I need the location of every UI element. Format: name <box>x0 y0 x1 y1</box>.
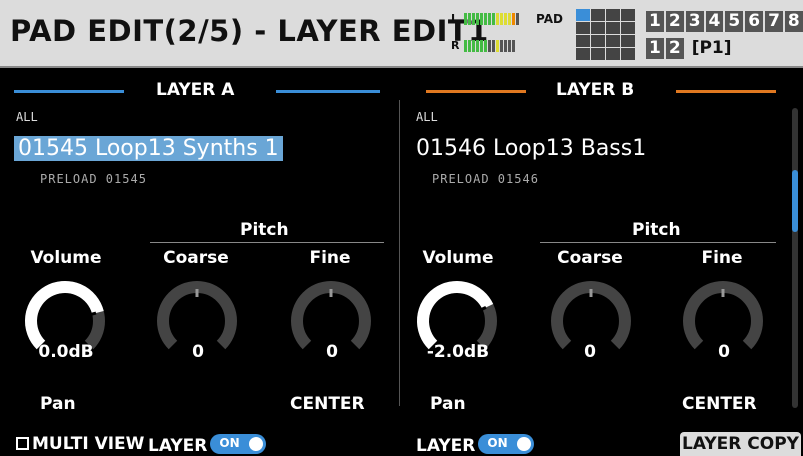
layer-b-line-right <box>676 90 776 93</box>
layer-b-panel: LAYER B ALL 01546 Loop13 Bass1 PRELOAD 0… <box>400 68 792 456</box>
layer-a-coarse-value: 0 <box>192 342 204 362</box>
scrollbar-track[interactable] <box>792 108 798 408</box>
layer-a-toggle-group[interactable]: LAYER ON <box>148 434 267 456</box>
bank-number[interactable]: 6 <box>745 11 764 32</box>
knob-value-arc <box>25 281 104 350</box>
layer-b-pan-value[interactable]: CENTER <box>682 394 757 414</box>
meter-l-label: L <box>451 12 459 25</box>
layer-a-coarse-label: Coarse <box>163 248 229 268</box>
bank-number[interactable]: 4 <box>705 11 724 32</box>
layer-b-all-label: ALL <box>416 110 438 124</box>
page-title: PAD EDIT(2/5) - LAYER EDIT1 <box>10 14 489 48</box>
knob-pointer <box>87 311 97 317</box>
checkbox-icon <box>16 437 29 450</box>
layer-a-title: LAYER A <box>156 80 235 100</box>
layer-b-sample-name[interactable]: 01546 Loop13 Bass1 <box>416 136 646 161</box>
level-meter-right <box>464 40 515 52</box>
layer-b-toggle[interactable]: ON <box>478 434 535 454</box>
layer-b-fine-label: Fine <box>701 248 743 268</box>
layer-a-line-left <box>14 90 124 93</box>
layer-b-preload: PRELOAD 01546 <box>432 172 539 186</box>
sub-number[interactable]: 2 <box>665 38 684 59</box>
bank-number[interactable]: 7 <box>765 11 783 32</box>
layer-a-panel: LAYER A ALL 01545 Loop13 Synths 1 PRELOA… <box>0 68 400 456</box>
scrollbar-thumb[interactable] <box>792 170 798 232</box>
toggle-knob-icon <box>249 437 264 451</box>
layer-b-title: LAYER B <box>556 80 635 100</box>
layer-b-line-left <box>426 90 526 93</box>
bank-number[interactable]: 3 <box>685 11 704 32</box>
layer-b-pitch-label: Pitch <box>632 220 681 240</box>
pad-label: PAD <box>536 12 563 26</box>
layer-b-fine-value: 0 <box>718 342 730 362</box>
layer-b-toggle-label: LAYER <box>416 436 476 456</box>
layer-b-coarse-label: Coarse <box>557 248 623 268</box>
multi-view-checkbox[interactable]: MULTI VIEW <box>16 434 144 454</box>
bank-number-row: 1 2 3 4 5 6 7 8 <box>646 11 803 32</box>
layer-a-pan-label: Pan <box>40 394 76 414</box>
layer-a-line-right <box>276 90 380 93</box>
layer-b-pan-label: Pan <box>430 394 466 414</box>
layer-b-volume-label: Volume <box>422 248 494 268</box>
layer-a-preload: PRELOAD 01545 <box>40 172 147 186</box>
multi-view-label: MULTI VIEW <box>32 434 145 454</box>
bank-number[interactable]: 1 <box>646 11 664 32</box>
layer-b-pitch-line <box>540 242 776 243</box>
sub-number-row: 1 2 [P1] <box>646 38 732 59</box>
level-meter-left <box>464 13 519 25</box>
toggle-knob-icon <box>517 437 532 451</box>
layer-a-toggle[interactable]: ON <box>210 434 267 454</box>
layer-b-toggle-group[interactable]: LAYER ON <box>416 434 535 456</box>
layer-a-pitch-label: Pitch <box>240 220 289 240</box>
layer-a-volume-label: Volume <box>30 248 102 268</box>
layer-a-all-label: ALL <box>16 110 38 124</box>
layer-a-pitch-line <box>150 242 384 243</box>
sub-number[interactable]: 1 <box>646 38 664 59</box>
layer-a-fine-label: Fine <box>309 248 351 268</box>
page-indicator: [P1] <box>691 38 732 58</box>
layer-a-volume-value: 0.0dB <box>38 342 94 362</box>
layer-a-pan-value[interactable]: CENTER <box>290 394 365 414</box>
layer-copy-button[interactable]: LAYER COPY <box>680 432 801 456</box>
meter-r-label: R <box>451 39 460 52</box>
layer-b-coarse-value: 0 <box>584 342 596 362</box>
layer-a-toggle-text: ON <box>219 436 240 450</box>
bank-number[interactable]: 2 <box>665 11 684 32</box>
pad-grid <box>576 9 636 61</box>
header-bar: PAD EDIT(2/5) - LAYER EDIT1 L R PAD 1 2 … <box>0 0 803 66</box>
knob-value-arc <box>417 281 494 350</box>
layer-b-toggle-text: ON <box>487 436 508 450</box>
bank-number[interactable]: 8 <box>784 11 803 32</box>
layer-b-volume-value: -2.0dB <box>426 342 490 362</box>
bank-number[interactable]: 5 <box>725 11 744 32</box>
layer-a-toggle-label: LAYER <box>148 436 208 456</box>
layer-a-sample-name[interactable]: 01545 Loop13 Synths 1 <box>14 136 283 161</box>
layer-a-fine-value: 0 <box>326 342 338 362</box>
